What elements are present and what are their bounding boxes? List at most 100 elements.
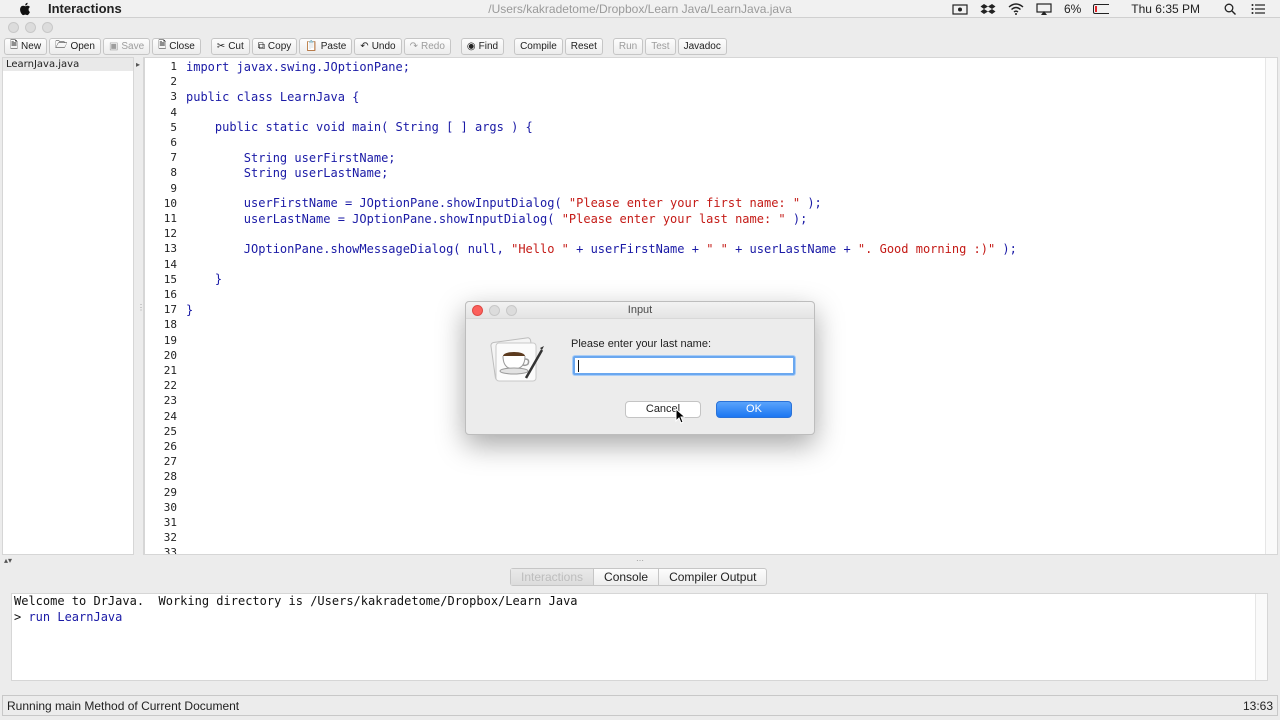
new-button[interactable]: 🗎 New [4, 37, 48, 55]
file-list-item[interactable]: LearnJava.java [3, 58, 133, 71]
dialog-titlebar[interactable]: Input [466, 302, 814, 319]
minimize-window-icon[interactable] [25, 22, 36, 33]
screen-recording-icon[interactable] [952, 3, 968, 15]
spotlight-search-icon[interactable] [1222, 3, 1238, 15]
code-text: userLastName = JOptionPane.showInputDial… [186, 211, 808, 226]
code-line[interactable]: 3 public class LearnJava { [145, 89, 359, 104]
code-line[interactable]: 8 String userLastName; [145, 165, 388, 180]
test-label: Test [651, 40, 670, 52]
compile-button[interactable]: Compile [514, 37, 563, 55]
undo-button[interactable]: ↶ Undo [354, 37, 402, 55]
code-line[interactable]: 9 [145, 181, 186, 196]
redo-button[interactable]: ↷ Redo [403, 37, 451, 55]
line-number: 31 [163, 516, 177, 530]
code-line[interactable]: 28 [145, 469, 186, 484]
horizontal-splitter[interactable]: ▴▾ ⋯ [0, 556, 1280, 568]
save-button[interactable]: ▣ Save [102, 37, 151, 55]
code-line[interactable]: 32 [145, 530, 186, 545]
save-icon: ▣ [108, 40, 119, 52]
close-button[interactable]: 🗎 Close [152, 37, 201, 55]
code-line[interactable]: 4 [145, 105, 186, 120]
code-line[interactable]: 25 [145, 424, 186, 439]
line-number: 14 [163, 257, 177, 271]
code-line[interactable]: 33 [145, 545, 186, 554]
code-text: userFirstName = JOptionPane.showInputDia… [186, 196, 822, 211]
code-line[interactable]: 22 [145, 378, 186, 393]
code-line[interactable]: 10 userFirstName = JOptionPane.showInput… [145, 196, 822, 211]
clock[interactable]: Thu 6:35 PM [1131, 2, 1200, 16]
code-line[interactable]: 16 [145, 287, 186, 302]
dropbox-icon[interactable] [980, 3, 996, 15]
cut-button[interactable]: ✂ Cut [210, 37, 250, 55]
line-number: 20 [163, 348, 177, 362]
code-line[interactable]: 15 } [145, 272, 222, 287]
editor-scrollbar[interactable] [1265, 58, 1277, 554]
dialog-prompt: Please enter your last name: [571, 338, 712, 350]
code-line[interactable]: 1 import javax.swing.JOptionPane; [145, 59, 410, 74]
file-list-pane: LearnJava.java [2, 57, 134, 555]
paste-button[interactable]: 📋 Paste [299, 37, 353, 55]
code-line[interactable]: 29 [145, 485, 186, 500]
interactions-pane[interactable]: Welcome to DrJava. Working directory is … [11, 593, 1268, 681]
tab-compiler-output[interactable]: Compiler Output [659, 569, 766, 585]
undo-icon: ↶ [360, 40, 369, 52]
javadoc-button[interactable]: Javadoc [677, 37, 727, 55]
last-name-input[interactable] [573, 356, 795, 375]
apple-menu-icon[interactable] [18, 2, 32, 16]
code-text: public class LearnJava { [186, 89, 360, 104]
splitter-arrows-icon[interactable]: ▴▾ [4, 556, 12, 565]
code-line[interactable]: 20 [145, 348, 186, 363]
new-file-icon: 🗎 [10, 39, 19, 51]
code-line[interactable]: 26 [145, 439, 186, 454]
run-button[interactable]: Run [612, 37, 644, 55]
wifi-icon[interactable] [1008, 3, 1024, 15]
airplay-icon[interactable] [1036, 3, 1052, 15]
cancel-button[interactable]: Cancel [625, 401, 701, 418]
tab-console[interactable]: Console [594, 569, 660, 585]
test-button[interactable]: Test [645, 37, 676, 55]
welcome-line: Welcome to DrJava. Working directory is … [14, 594, 578, 608]
code-line[interactable]: 18 [145, 317, 186, 332]
zoom-window-icon[interactable] [42, 22, 53, 33]
code-line[interactable]: 23 [145, 393, 186, 408]
console-scrollbar[interactable] [1255, 594, 1267, 680]
redo-icon: ↷ [409, 40, 418, 52]
close-label: Close [169, 40, 195, 52]
code-line[interactable]: 11 userLastName = JOptionPane.showInputD… [145, 211, 808, 226]
dialog-close-icon[interactable] [472, 305, 483, 316]
code-line[interactable]: 13 JOptionPane.showMessageDialog( null, … [145, 241, 1017, 256]
javadoc-label: Javadoc [683, 40, 721, 52]
code-line[interactable]: 24 [145, 409, 186, 424]
find-button[interactable]: ◉ Find [460, 37, 505, 55]
code-line[interactable]: 30 [145, 500, 186, 515]
battery-icon[interactable] [1093, 3, 1110, 15]
code-line[interactable]: 12 [145, 226, 186, 241]
code-line[interactable]: 5 public static void main( String [ ] ar… [145, 120, 532, 135]
code-line[interactable]: 21 [145, 363, 186, 378]
code-line[interactable]: 17} [145, 302, 193, 317]
code-line[interactable]: 2 [145, 74, 186, 89]
line-number: 15 [163, 272, 177, 286]
code-line[interactable]: 31 [145, 515, 186, 530]
vertical-splitter[interactable]: ▸ ⋮ [134, 57, 145, 555]
close-window-icon[interactable] [8, 22, 19, 33]
line-number: 23 [163, 394, 177, 408]
reset-button[interactable]: Reset [564, 37, 603, 55]
collapse-arrow-icon[interactable]: ▸ [136, 60, 140, 69]
run-label: Run [618, 40, 638, 52]
copy-button[interactable]: ⧉ Copy [251, 37, 298, 55]
app-name[interactable]: Interactions [48, 1, 122, 16]
tab-interactions[interactable]: Interactions [511, 569, 595, 585]
code-line[interactable]: 19 [145, 333, 186, 348]
splitter-grip-icon[interactable]: ⋯ [636, 556, 644, 565]
code-line[interactable]: 27 [145, 454, 186, 469]
open-button[interactable]: 🗁 Open [49, 37, 101, 55]
notification-center-icon[interactable] [1250, 3, 1266, 15]
close-file-icon: 🗎 [158, 39, 167, 51]
cut-label: Cut [228, 40, 244, 52]
code-line[interactable]: 7 String userFirstName; [145, 150, 395, 165]
code-line[interactable]: 6 [145, 135, 186, 150]
bottom-tab-bar: Interactions Console Compiler Output [510, 568, 768, 586]
ok-button[interactable]: OK [716, 401, 792, 418]
code-line[interactable]: 14 [145, 257, 186, 272]
